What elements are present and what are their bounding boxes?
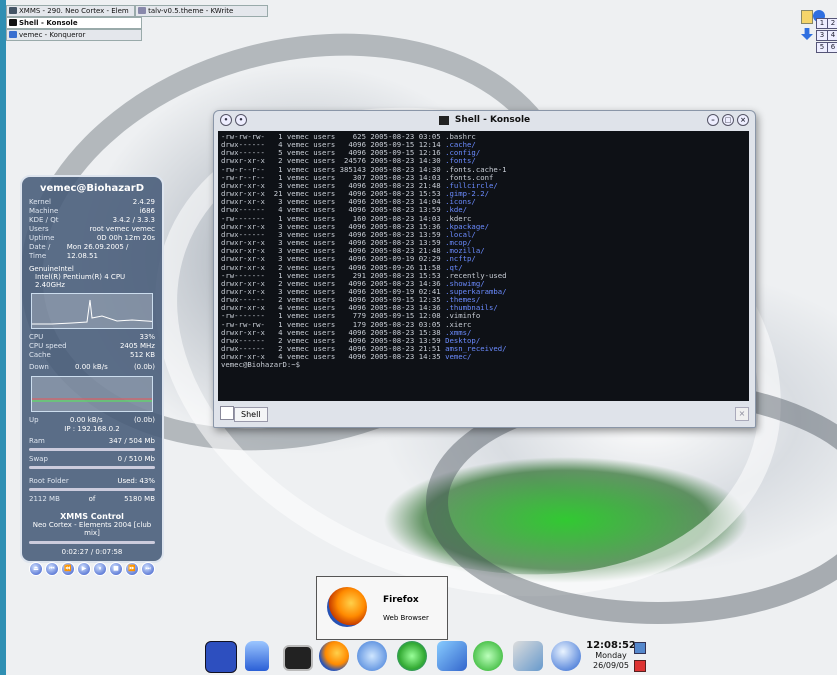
xmms-time: 0:02:27 / 0:07:58 bbox=[61, 548, 123, 556]
globe-icon[interactable] bbox=[551, 641, 581, 671]
xmms-progress[interactable] bbox=[29, 541, 155, 544]
terminal-icon bbox=[438, 115, 449, 125]
play-icon[interactable]: ▶ bbox=[77, 562, 91, 576]
kopete-icon[interactable] bbox=[357, 641, 387, 671]
sticky-icon[interactable]: • bbox=[235, 114, 247, 126]
window-menu-icon[interactable]: • bbox=[220, 114, 232, 126]
clock-day: Monday bbox=[595, 651, 627, 660]
swap-row: Swap 0 / 510 Mb bbox=[29, 455, 155, 463]
machine-row: Machine i686 bbox=[29, 207, 155, 215]
uptime-row: Uptime 0D 00h 12m 20s bbox=[29, 234, 155, 242]
kwrite-icon bbox=[138, 7, 147, 14]
tooltip-app-desc: Web Browser bbox=[383, 614, 429, 622]
cpu-vendor: GenuineIntel bbox=[29, 265, 74, 273]
terminal-icon[interactable] bbox=[283, 645, 313, 671]
tools-icon[interactable] bbox=[513, 641, 543, 671]
ip-address: IP : 192.168.0.2 bbox=[64, 425, 120, 433]
users-row: Users root vemec vemec bbox=[29, 225, 155, 233]
task-xmms[interactable]: XMMS - 290. Neo Cortex - Elem bbox=[6, 5, 136, 17]
rewind-icon[interactable]: ⏪ bbox=[61, 562, 75, 576]
pager-desktop-4[interactable]: 4 bbox=[827, 30, 837, 41]
xmms-control-title: XMMS Control bbox=[60, 512, 124, 521]
window-right-buttons: – □ × bbox=[707, 114, 749, 126]
window-left-buttons: • • bbox=[220, 114, 247, 126]
ram-bar bbox=[29, 448, 155, 451]
task-konqueror[interactable]: vemec - Konqueror bbox=[6, 29, 142, 41]
network-icon[interactable] bbox=[437, 641, 467, 671]
xmms-buttons: ⏏ ⏮ ⏪ ▶ ⏸ ■ ⏩ ⏭ bbox=[29, 562, 155, 576]
desktop-pager: 1 2 3 4 5 6 bbox=[816, 18, 837, 53]
next-icon[interactable]: ⏭ bbox=[141, 562, 155, 576]
network-graph-line bbox=[32, 398, 152, 402]
notes-icon[interactable] bbox=[801, 10, 813, 24]
stop-icon[interactable]: ■ bbox=[109, 562, 123, 576]
cache-row: Cache 512 KB bbox=[29, 351, 155, 359]
clock-time: 12:08:52 bbox=[586, 640, 636, 651]
calendar-icon[interactable] bbox=[634, 642, 646, 654]
task-konsole[interactable]: Shell - Konsole bbox=[6, 17, 142, 29]
taskbar: XMMS - 290. Neo Cortex - Elem talv-v0.5.… bbox=[6, 5, 268, 41]
cpu-graph-line bbox=[32, 299, 152, 325]
pause-icon[interactable]: ⏸ bbox=[93, 562, 107, 576]
kde-menu-icon[interactable] bbox=[205, 641, 237, 673]
launcher-tooltip: Firefox Web Browser bbox=[316, 576, 448, 640]
up-row: Up 0.00 kB/s (0.0b) bbox=[29, 416, 155, 424]
firefox-icon[interactable] bbox=[319, 641, 349, 671]
forward-icon[interactable]: ⏩ bbox=[125, 562, 139, 576]
konqueror-icon bbox=[9, 31, 17, 38]
tab-shell[interactable]: Shell bbox=[234, 406, 268, 422]
minimize-icon[interactable]: – bbox=[707, 114, 719, 126]
tooltip-app-name: Firefox bbox=[383, 595, 419, 605]
clock-date: 26/09/05 bbox=[593, 661, 629, 670]
konsole-window: • • Shell - Konsole – □ × -rw-rw-rw- 1 v… bbox=[213, 110, 756, 428]
maximize-icon[interactable]: □ bbox=[722, 114, 734, 126]
cpu-graph bbox=[31, 293, 153, 329]
previous-icon[interactable]: ⏮ bbox=[45, 562, 59, 576]
root-size-row: 2112 MB of 5180 MB bbox=[29, 495, 155, 503]
swap-bar bbox=[29, 466, 155, 469]
network-graph bbox=[31, 376, 153, 412]
konsole-title: Shell - Konsole bbox=[454, 115, 531, 125]
xmms-icon bbox=[9, 7, 17, 14]
konsole-tabs: Shell bbox=[218, 405, 268, 423]
logout-icon[interactable] bbox=[634, 660, 646, 672]
shell-prompt: vemec@BiohazarD:~$ bbox=[221, 360, 301, 370]
system-monitor-widget: vemec@BiohazarD Kernel 2.4.29 Machine i686… bbox=[20, 175, 164, 576]
xmms-track: Neo Cortex - Elements 2004 [club mix] bbox=[32, 521, 152, 537]
terminal-icon bbox=[9, 19, 17, 26]
users-icon[interactable] bbox=[397, 641, 427, 671]
disk-icon[interactable] bbox=[245, 641, 269, 671]
down-row: Down 0.00 kB/s (0.0b) bbox=[29, 363, 155, 371]
eject-icon[interactable]: ⏏ bbox=[29, 562, 43, 576]
firefox-icon bbox=[327, 587, 367, 627]
kde-row: KDE / Qt 3.4.2 / 3.3.3 bbox=[29, 216, 155, 224]
cpu-row: CPU 33% bbox=[29, 333, 155, 341]
kernel-row: Kernel 2.4.29 bbox=[29, 198, 155, 206]
cpuspeed-row: CPU speed 2405 MHz bbox=[29, 342, 155, 350]
root-row: Root Folder Used: 43% bbox=[29, 477, 155, 485]
ram-row: Ram 347 / 504 Mb bbox=[29, 437, 155, 445]
cpu-model: Intel(R) Pentium(R) 4 CPU 2.40GHz bbox=[35, 273, 126, 289]
pager-desktop-2[interactable]: 2 bbox=[827, 18, 837, 29]
task-kwrite[interactable]: talv-v0.5.theme - KWrite bbox=[135, 5, 268, 17]
close-icon[interactable]: × bbox=[737, 114, 749, 126]
terminal-output[interactable]: -rw-rw-rw- 1 vemec users 625 2005-08-23 … bbox=[218, 131, 749, 401]
file-name: vemec/ bbox=[445, 352, 472, 362]
equalizer-icon[interactable] bbox=[473, 641, 503, 671]
sysmon-title: vemec@BiohazarD bbox=[39, 183, 145, 194]
pager-desktop-6[interactable]: 6 bbox=[827, 42, 837, 53]
download-arrow-icon[interactable] bbox=[801, 28, 813, 40]
konsole-titlebar[interactable]: • • Shell - Konsole – □ × bbox=[214, 111, 755, 129]
close-session-icon[interactable]: × bbox=[735, 407, 749, 421]
datetime-row: Date / Time Mon 26.09.2005 / 12.08.51 bbox=[29, 243, 129, 260]
clock[interactable]: 12:08:52 Monday 26/09/05 bbox=[582, 640, 640, 671]
root-bar bbox=[29, 488, 155, 491]
